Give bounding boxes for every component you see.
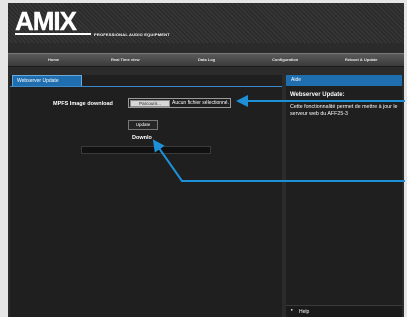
download-progress-bar [81,146,211,154]
brand-tagline: PROFESSIONAL AUDIO EQUIPMENT [94,32,170,37]
nav-real-time-view[interactable]: Real Time view [111,57,140,62]
update-button[interactable]: Update [128,120,158,130]
aide-title: Webserver Update: [290,92,345,98]
help-label: Help [299,309,310,315]
aide-header: Aide [286,75,402,86]
nav-reboot-update[interactable]: Reboot & Update [345,57,377,62]
main-nav: Home Real Time view Data Log Configurati… [8,53,404,67]
header: AMIX PROFESSIONAL AUDIO EQUIPMENT [8,3,404,43]
download-label: Downlo [132,135,152,141]
aide-panel: Aide Webserver Update: Cette fonctionnal… [286,75,402,317]
nav-data-log[interactable]: Data Log [198,57,215,62]
tab-webserver-update[interactable]: Webserver Update [12,75,82,86]
mpfs-image-label: MPFS Image download [53,101,113,107]
browse-button[interactable]: Parcourir... [130,100,170,107]
app-frame: AMIX PROFESSIONAL AUDIO EQUIPMENT Home R… [8,3,404,317]
nav-home[interactable]: Home [48,57,59,62]
triangle-right-icon: ▸ [291,308,294,313]
aide-description: Cette fonctionnalité permet de mettre à … [290,104,398,117]
tab-label: Webserver Update [17,78,59,84]
no-file-text: Aucun fichier sélectionné. [172,100,229,106]
help-bar[interactable]: ▸ Help [286,305,402,317]
main-panel: Webserver Update MPFS Image download Par… [10,75,282,317]
svg-text:AMIX: AMIX [15,8,78,36]
amix-logo: AMIX [15,8,91,36]
aide-header-label: Aide [291,77,302,83]
nav-configuration[interactable]: Configuration [272,57,298,62]
tab-divider [10,86,282,87]
file-input[interactable]: Parcourir... Aucun fichier sélectionné. [128,98,231,108]
